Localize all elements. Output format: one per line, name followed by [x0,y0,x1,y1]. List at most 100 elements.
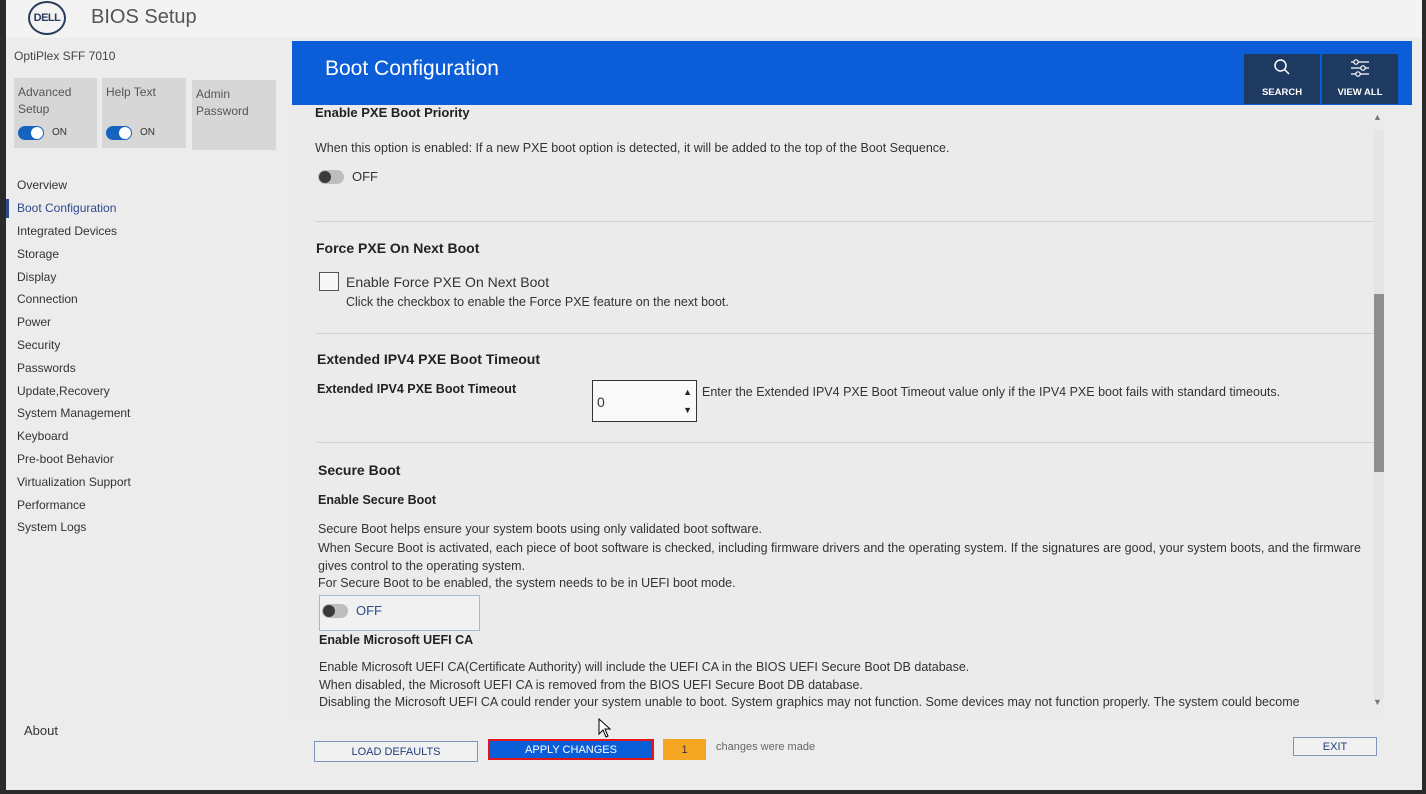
ms-uefi-line-2: When disabled, the Microsoft UEFI CA is … [319,678,863,692]
sidebar-item-system-logs[interactable]: System Logs [6,516,292,539]
advanced-setup-label: Advanced Setup [18,85,72,116]
search-label: SEARCH [1261,87,1303,98]
divider [315,221,1375,222]
sidebar-item-label: Integrated Devices [17,223,118,238]
sidebar-item-display[interactable]: Display [6,265,292,288]
view-all-button[interactable]: VIEW ALL [1322,54,1398,104]
force-pxe-checkbox[interactable] [319,272,339,291]
mouse-cursor-icon [598,717,612,743]
sidebar-item-virtualization-support[interactable]: Virtualization Support [6,470,292,493]
scroll-up-icon[interactable]: ▲ [1373,112,1382,122]
ipv4-timeout-title: Extended IPV4 PXE Boot Timeout [317,351,541,367]
sidebar-item-label: Overview [17,178,68,193]
ipv4-timeout-label: Extended IPV4 PXE Boot Timeout [317,382,517,396]
sidebar: OptiPlex SFF 7010 Advanced Setup ON Help… [6,38,292,768]
sidebar-item-label: Keyboard [17,429,69,444]
decrement-arrow-icon[interactable]: ▼ [683,405,692,415]
sidebar-item-passwords[interactable]: Passwords [6,356,292,379]
search-button[interactable]: SEARCH [1244,54,1320,104]
divider [316,333,1376,334]
ms-uefi-line-1: Enable Microsoft UEFI CA(Certificate Aut… [319,660,970,674]
secure-boot-toggle[interactable]: OFF [322,603,382,618]
force-pxe-checkbox-label: Enable Force PXE On Next Boot [346,274,550,290]
sidebar-item-label: Power [17,315,52,330]
changes-count-badge: 1 [663,739,706,760]
model-name: OptiPlex SFF 7010 [14,49,116,63]
pxe-priority-toggle-state: OFF [352,169,378,184]
sidebar-item-label: Performance [17,497,86,512]
changes-status-text: changes were made [716,741,816,753]
sidebar-item-label: Boot Configuration [17,201,117,216]
sidebar-item-label: Security [17,337,61,352]
apply-changes-button[interactable]: APPLY CHANGES [488,739,654,760]
top-bar: DELL BIOS Setup [6,0,1422,38]
page-header: Boot Configuration SEARCH VIEW ALL [292,41,1412,105]
sidebar-item-overview[interactable]: Overview [6,174,292,197]
sidebar-item-security[interactable]: Security [6,334,292,357]
exit-button[interactable]: EXIT [1293,737,1377,756]
sidebar-item-performance[interactable]: Performance [6,493,292,516]
ipv4-timeout-help: Enter the Extended IPV4 PXE Boot Timeout… [702,385,1281,399]
pxe-priority-title: Enable PXE Boot Priority [315,105,470,120]
content-panel: Enable PXE Boot Priority When this optio… [292,105,1384,715]
secure-boot-title: Secure Boot [318,462,401,478]
scroll-down-icon[interactable]: ▼ [1373,697,1382,707]
help-text-toggle[interactable]: ON [106,124,155,141]
advanced-setup-tile[interactable]: Advanced Setup ON [14,78,97,148]
force-pxe-checkbox-help: Click the checkbox to enable the Force P… [346,295,729,309]
sidebar-nav: Overview Boot Configuration Integrated D… [6,174,292,539]
search-icon [1273,58,1291,79]
sidebar-item-about[interactable]: About [24,723,58,738]
secure-boot-subtitle: Enable Secure Boot [318,493,437,507]
ipv4-timeout-stepper[interactable]: 0 ▲ ▼ [592,380,697,422]
sidebar-item-label: Virtualization Support [17,474,131,489]
sidebar-item-label: Pre-boot Behavior [17,451,114,466]
toggle-on-icon [18,125,44,140]
ms-uefi-line-3: Disabling the Microsoft UEFI CA could re… [319,695,1300,709]
help-text-label: Help Text [106,85,156,99]
advanced-setup-toggle[interactable]: ON [18,124,67,141]
toggle-off-icon [322,603,348,618]
secure-boot-toggle-state: OFF [356,603,382,618]
increment-arrow-icon[interactable]: ▲ [683,387,692,397]
sliders-icon [1349,58,1371,81]
sidebar-item-power[interactable]: Power [6,311,292,334]
view-all-label: VIEW ALL [1337,87,1383,98]
sidebar-item-label: Storage [17,246,60,261]
toggle-on-icon [106,125,132,140]
sidebar-item-pre-boot-behavior[interactable]: Pre-boot Behavior [6,448,292,471]
sidebar-item-system-management[interactable]: System Management [6,402,292,425]
ipv4-timeout-value: 0 [597,394,605,410]
dell-logo-text: DELL [33,12,61,24]
help-text-toggle-state: ON [140,127,155,138]
sidebar-item-label: Update,Recovery [17,383,110,398]
sidebar-item-keyboard[interactable]: Keyboard [6,425,292,448]
divider [317,442,1377,443]
toggle-off-icon [318,169,344,184]
advanced-setup-toggle-state: ON [52,127,67,138]
secure-boot-line-4: For Secure Boot to be enabled, the syste… [318,576,736,590]
force-pxe-title: Force PXE On Next Boot [316,240,480,256]
admin-password-label: Admin Password [196,87,249,118]
sidebar-item-label: System Management [17,406,131,421]
sidebar-item-update-recovery[interactable]: Update,Recovery [6,379,292,402]
sidebar-item-connection[interactable]: Connection [6,288,292,311]
load-defaults-button[interactable]: LOAD DEFAULTS [314,741,478,762]
bottom-bar: LOAD DEFAULTS APPLY CHANGES 1 changes we… [292,715,1412,765]
secure-boot-toggle-box[interactable]: OFF [319,595,480,631]
sidebar-item-label: Passwords [17,360,76,375]
scroll-thumb[interactable] [1374,294,1384,472]
admin-password-tile[interactable]: Admin Password [192,80,276,150]
sidebar-item-boot-configuration[interactable]: Boot Configuration [6,197,292,220]
secure-boot-line-3: gives control to the operating system. [318,559,526,573]
sidebar-item-storage[interactable]: Storage [6,242,292,265]
content-scrollbar[interactable]: ▲ ▼ [1370,112,1384,712]
sidebar-item-label: Display [17,269,57,284]
sidebar-item-integrated-devices[interactable]: Integrated Devices [6,220,292,243]
ms-uefi-subtitle: Enable Microsoft UEFI CA [319,633,474,647]
sidebar-item-label: System Logs [17,520,87,535]
pxe-priority-toggle[interactable]: OFF [318,169,378,184]
bios-screen: DELL BIOS Setup OptiPlex SFF 7010 Advanc… [6,0,1422,790]
secure-boot-line-1: Secure Boot helps ensure your system boo… [318,522,763,536]
help-text-tile[interactable]: Help Text ON [102,78,186,148]
